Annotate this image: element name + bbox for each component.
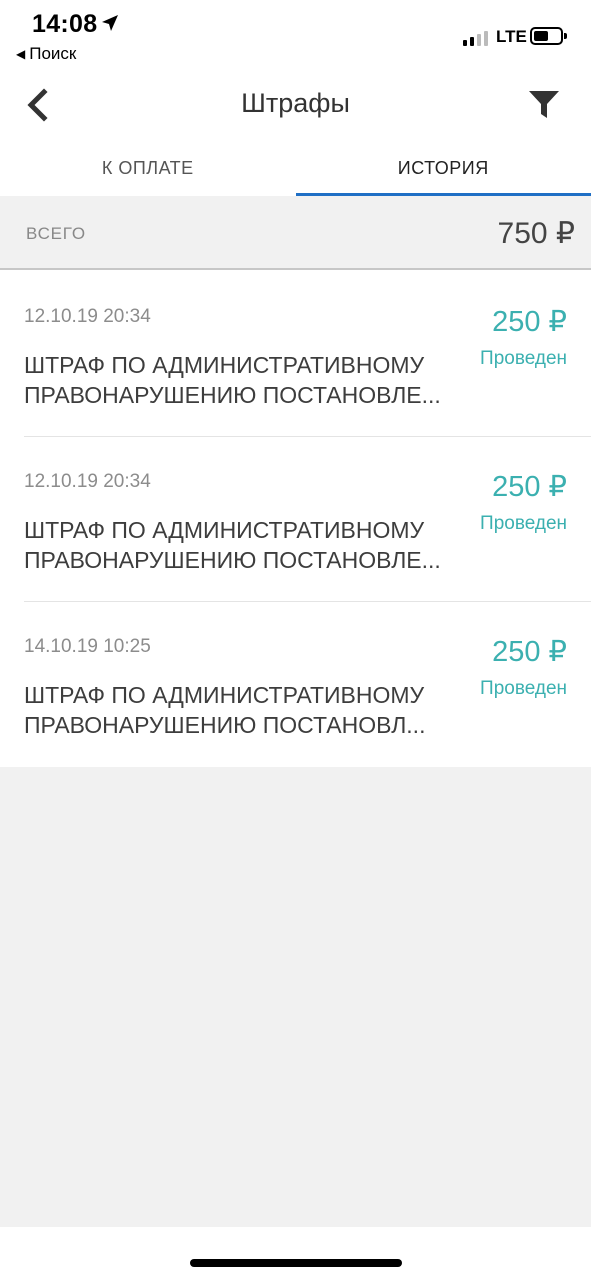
fine-description-line: ПРАВОНАРУШЕНИЮ ПОСТАНОВЛЕ... [24,547,441,573]
fine-description-line: ПРАВОНАРУШЕНИЮ ПОСТАНОВЛ... [24,712,426,738]
fine-amount: 250 ₽ [492,471,567,503]
fine-date: 14.10.19 10:25 [24,636,151,657]
fine-description-line: ПРАВОНАРУШЕНИЮ ПОСТАНОВЛЕ... [24,382,441,408]
fine-date: 12.10.19 20:34 [24,306,151,327]
tab-history[interactable]: ИСТОРИЯ [295,140,591,196]
battery-icon [530,27,567,45]
total-row: ВСЕГО 750 ₽ [0,196,591,270]
total-label: ВСЕГО [26,224,86,243]
fine-status: Проведен [480,348,567,369]
network-type: LTE [496,27,527,46]
page-title: Штрафы [241,88,350,118]
location-arrow-icon [102,15,118,31]
fine-description: ШТРАФ ПО АДМИНИСТРАТИВНОМУ ПРАВОНАРУШЕНИ… [24,515,454,575]
home-indicator[interactable] [190,1259,402,1267]
fine-date: 12.10.19 20:34 [24,471,151,492]
back-to-app-link[interactable]: ◀ Поиск [16,44,76,64]
filter-icon[interactable] [526,88,562,120]
back-app-label: Поиск [29,44,77,63]
empty-area [0,767,591,1227]
fine-amount: 250 ₽ [492,636,567,668]
fine-list-item[interactable]: 12.10.19 20:34 ШТРАФ ПО АДМИНИСТРАТИВНОМ… [24,437,591,602]
tab-to-pay[interactable]: К ОПЛАТЕ [0,140,296,196]
fine-description-line: ШТРАФ ПО АДМИНИСТРАТИВНОМУ [24,682,425,708]
fine-list-item[interactable]: 14.10.19 10:25 ШТРАФ ПО АДМИНИСТРАТИВНОМ… [24,602,591,767]
fines-list: 12.10.19 20:34 ШТРАФ ПО АДМИНИСТРАТИВНОМ… [0,272,591,767]
fine-description-line: ШТРАФ ПО АДМИНИСТРАТИВНОМУ [24,517,425,543]
status-bar: 14:08 ◀ Поиск LTE [0,0,591,70]
nav-bar: Штрафы [0,70,591,140]
tab-bar: К ОПЛАТЕ ИСТОРИЯ [0,140,591,196]
fine-description: ШТРАФ ПО АДМИНИСТРАТИВНОМУ ПРАВОНАРУШЕНИ… [24,680,454,740]
fine-amount: 250 ₽ [492,306,567,338]
fine-description-line: ШТРАФ ПО АДМИНИСТРАТИВНОМУ [24,352,425,378]
status-time: 14:08 [32,10,98,38]
fine-description: ШТРАФ ПО АДМИНИСТРАТИВНОМУ ПРАВОНАРУШЕНИ… [24,350,454,410]
back-triangle-icon: ◀ [16,47,26,61]
fine-status: Проведен [480,678,567,699]
total-value: 750 ₽ [497,217,575,250]
fine-status: Проведен [480,513,567,534]
fine-list-item[interactable]: 12.10.19 20:34 ШТРАФ ПО АДМИНИСТРАТИВНОМ… [24,272,591,437]
cellular-signal-icon [463,30,488,46]
